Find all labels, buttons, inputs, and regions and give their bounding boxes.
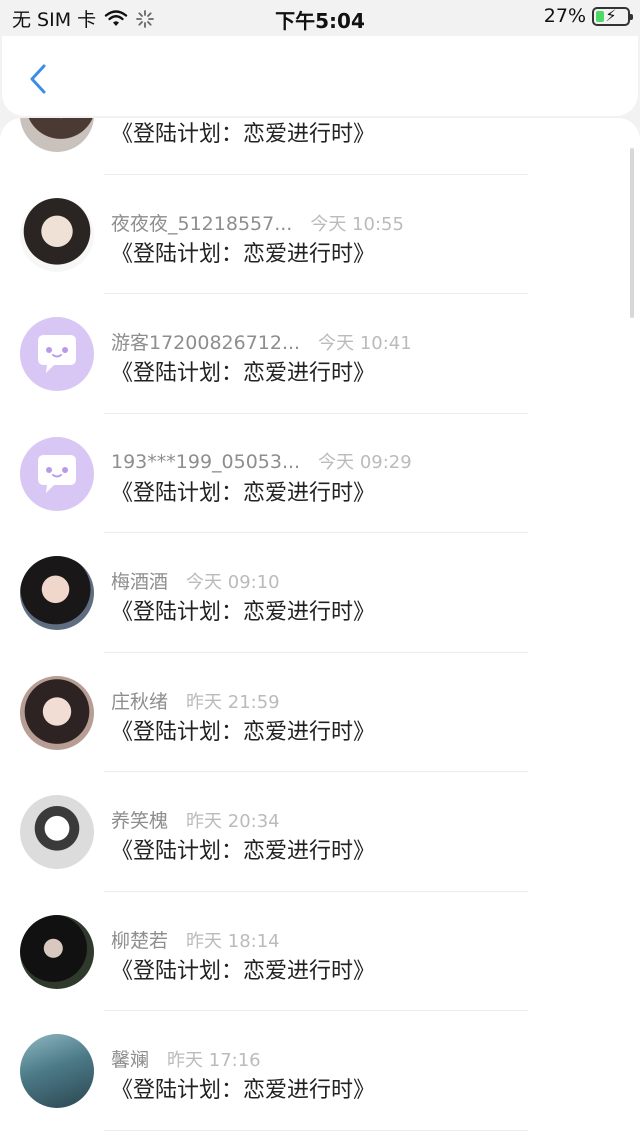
sender-name: 193***199_05053... xyxy=(111,450,301,473)
message-time: 今天 10:41 xyxy=(318,333,412,354)
avatar-photo[interactable] xyxy=(20,1034,94,1108)
status-right: 27% ⚡ xyxy=(543,5,633,27)
message-time: 今天 10:55 xyxy=(310,213,404,235)
name-row: 柳楚若 昨天 18:14 xyxy=(111,926,280,953)
guest-avatar[interactable] xyxy=(20,436,94,511)
avatar-photo[interactable] xyxy=(20,914,94,989)
message-row-2[interactable]: 夜夜夜_51218557... 今天 10:55 《登陆计划：恋爱进行时》 xyxy=(0,175,640,294)
avatar-photo[interactable] xyxy=(20,197,94,272)
scrollbar[interactable] xyxy=(630,148,634,318)
guest-avatar-icon xyxy=(38,335,76,373)
back-button[interactable] xyxy=(24,62,54,96)
avatar-photo[interactable] xyxy=(20,795,94,869)
message-time: 昨天 21:59 xyxy=(186,691,280,713)
message-preview: 《登陆计划：恋爱进行时》 xyxy=(111,719,376,745)
name-row: 馨斓 昨天 17:16 xyxy=(111,1045,261,1072)
battery-percent: 27% xyxy=(543,5,586,27)
message-row-8[interactable]: 柳楚若 昨天 18:14 《登陆计划：恋爱进行时》 xyxy=(0,892,640,1011)
message-preview: 《登陆计划：恋爱进行时》 xyxy=(111,241,376,267)
message-row-6[interactable]: 庄秋绪 昨天 21:59 《登陆计划：恋爱进行时》 xyxy=(0,653,640,772)
sender-name: 柳楚若 xyxy=(111,929,169,952)
nav-header xyxy=(2,36,638,116)
guest-avatar-icon xyxy=(38,454,76,493)
avatar-photo[interactable] xyxy=(20,675,94,750)
message-preview: 《登陆计划：恋爱进行时》 xyxy=(111,480,376,506)
message-row-7[interactable]: 养笑槐 昨天 20:34 《登陆计划：恋爱进行时》 xyxy=(0,772,640,892)
guest-avatar[interactable] xyxy=(20,317,94,391)
sender-name: 馨斓 xyxy=(111,1049,150,1071)
message-time: 昨天 17:16 xyxy=(167,1050,261,1071)
message-preview: 《登陆计划：恋爱进行时》 xyxy=(111,600,376,625)
message-preview: 《登陆计划：恋爱进行时》 xyxy=(111,361,376,386)
sender-name: 梅酒酒 xyxy=(111,571,169,593)
message-row-5[interactable]: 梅酒酒 今天 09:10 《登陆计划：恋爱进行时》 xyxy=(0,533,640,653)
message-row-3[interactable]: 游客17200826712... 今天 10:41 《登陆计划：恋爱进行时》 xyxy=(0,294,640,414)
message-preview: 《登陆计划：恋爱进行时》 xyxy=(111,839,376,864)
message-list-container[interactable]: 柒羽yu 今天 11:58 《登陆计划：恋爱进行时》 夜夜夜_51218557.… xyxy=(0,118,640,1138)
message-time: 今天 09:29 xyxy=(318,451,412,473)
message-row-4[interactable]: 193***199_05053... 今天 09:29 《登陆计划：恋爱进行时》 xyxy=(0,414,640,533)
message-time: 今天 09:10 xyxy=(186,572,280,593)
message-row-9[interactable]: 馨斓 昨天 17:16 《登陆计划：恋爱进行时》 xyxy=(0,1011,640,1131)
sender-name: 夜夜夜_51218557... xyxy=(111,212,293,235)
avatar-photo[interactable] xyxy=(20,556,94,630)
name-row: 梅酒酒 今天 09:10 xyxy=(111,567,280,594)
name-row: 养笑槐 昨天 20:34 xyxy=(111,806,280,833)
divider xyxy=(104,1129,528,1131)
message-row-1[interactable]: 柒羽yu 今天 11:58 《登陆计划：恋爱进行时》 xyxy=(0,118,640,175)
message-time: 昨天 20:34 xyxy=(186,811,280,832)
screen: 无 SIM 卡 下午5:04 27% ⚡ 《登陆计划：恋爱进行时》 夜夜夜_51… xyxy=(0,0,640,1138)
sender-name: 养笑槐 xyxy=(111,810,169,832)
charging-bolt-icon: ⚡ xyxy=(605,5,617,25)
message-preview: 《登陆计划：恋爱进行时》 xyxy=(111,958,376,984)
battery-icon: ⚡ xyxy=(592,5,633,26)
name-row: 游客17200826712... 今天 10:41 xyxy=(111,328,412,355)
sender-name: 游客17200826712... xyxy=(111,332,301,354)
avatar-photo[interactable] xyxy=(20,118,94,152)
message-list: 柒羽yu 今天 11:58 《登陆计划：恋爱进行时》 夜夜夜_51218557.… xyxy=(0,118,640,1131)
message-time: 昨天 18:14 xyxy=(186,930,280,952)
name-row: 夜夜夜_51218557... 今天 10:55 xyxy=(111,209,404,236)
status-bar: 无 SIM 卡 下午5:04 27% ⚡ xyxy=(0,0,640,36)
message-preview: 《登陆计划：恋爱进行时》 xyxy=(111,1078,376,1103)
sender-name: 庄秋绪 xyxy=(111,690,169,713)
name-row: 193***199_05053... 今天 09:29 xyxy=(111,448,412,474)
name-row: 庄秋绪 昨天 21:59 xyxy=(111,687,280,714)
message-preview: 《登陆计划：恋爱进行时》 xyxy=(111,122,376,147)
